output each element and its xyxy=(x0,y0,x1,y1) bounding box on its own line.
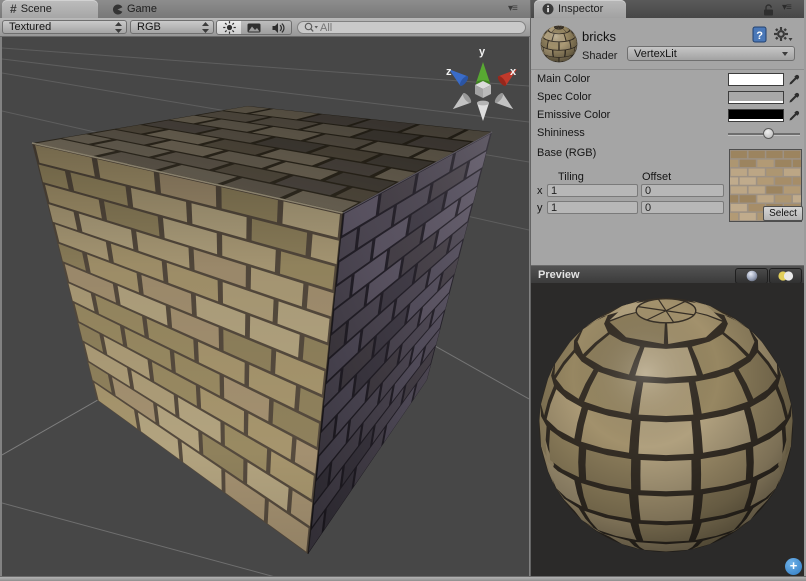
inspector-tabstrip: Inspector ▾≡ xyxy=(531,0,804,18)
image-icon xyxy=(247,23,261,33)
gizmo-x-label: x xyxy=(510,66,517,78)
tiling-x-input[interactable] xyxy=(547,184,638,197)
pacman-icon xyxy=(112,4,123,15)
tab-inspector-label: Inspector xyxy=(558,3,603,15)
sun-icon xyxy=(223,21,236,34)
scene-lighting-toggle[interactable] xyxy=(216,20,242,35)
inspector-panel-menu-icon[interactable]: ▾≡ xyxy=(782,2,791,13)
lock-icon[interactable] xyxy=(763,4,774,16)
tab-inspector[interactable]: Inspector xyxy=(534,0,626,18)
preview-model-button[interactable] xyxy=(735,268,768,284)
scene-grid-icon: # xyxy=(10,2,17,16)
lights-icon xyxy=(777,270,794,282)
tiling-y-axis-label: y xyxy=(537,202,543,214)
help-icon[interactable]: ? xyxy=(752,26,768,43)
scene-panel: # Scene Game ▾≡ Textured RGB xyxy=(0,0,530,576)
emissive-color-label: Emissive Color xyxy=(537,109,610,121)
spec-color-swatch[interactable] xyxy=(728,91,784,104)
scene-search-field[interactable] xyxy=(297,21,526,34)
tiling-x-axis-label: x xyxy=(537,185,543,197)
draw-mode-value: Textured xyxy=(9,21,51,33)
eyedropper-icon[interactable] xyxy=(788,109,801,122)
preview-lighting-button[interactable] xyxy=(769,268,802,284)
info-icon xyxy=(542,3,554,15)
scene-viewport[interactable]: y x z xyxy=(2,37,529,576)
tab-game-label: Game xyxy=(127,3,157,15)
tab-scene-label: Scene xyxy=(21,3,52,15)
inspector-panel: Inspector ▾≡ bricks Shader VertexLit ? xyxy=(531,0,804,576)
updown-arrows-icon xyxy=(115,22,122,33)
tab-scene[interactable]: # Scene xyxy=(2,0,98,18)
tiling-y-input[interactable] xyxy=(547,201,638,214)
scene-skybox-toggle[interactable] xyxy=(241,20,267,35)
color-mode-dropdown[interactable]: RGB xyxy=(130,20,214,34)
shininess-label: Shininess xyxy=(537,127,585,139)
offset-x-input[interactable] xyxy=(641,184,724,197)
scene-3d-view: y x z xyxy=(2,37,529,576)
preview-add-button[interactable]: + xyxy=(785,558,802,575)
shader-label: Shader xyxy=(582,50,617,62)
main-color-swatch[interactable] xyxy=(728,73,784,86)
scene-panel-menu-icon[interactable]: ▾≡ xyxy=(508,3,517,14)
gear-icon[interactable] xyxy=(773,26,793,43)
shader-value: VertexLit xyxy=(634,48,677,60)
tiling-column-label: Tiling xyxy=(558,171,584,183)
scene-toolbar: Textured RGB xyxy=(0,18,530,37)
gizmo-z-label: z xyxy=(446,66,452,78)
search-icon xyxy=(304,22,318,33)
base-rgb-label: Base (RGB) xyxy=(537,147,596,159)
eyedropper-icon[interactable] xyxy=(788,91,801,104)
eyedropper-icon[interactable] xyxy=(788,73,801,86)
draw-mode-dropdown[interactable]: Textured xyxy=(2,20,127,34)
select-texture-button[interactable]: Select xyxy=(763,206,803,221)
material-sphere-thumbnail xyxy=(540,25,578,63)
updown-arrows-icon xyxy=(202,22,209,33)
sphere-icon xyxy=(746,270,758,282)
offset-y-input[interactable] xyxy=(641,201,724,214)
preview-header[interactable]: Preview xyxy=(531,265,804,283)
window-bottom-border xyxy=(0,576,806,581)
preview-title: Preview xyxy=(538,269,580,281)
main-color-label: Main Color xyxy=(537,73,590,85)
scene-audio-toggle[interactable] xyxy=(266,20,292,35)
material-name: bricks xyxy=(582,29,616,44)
shader-dropdown[interactable]: VertexLit xyxy=(627,46,795,61)
shininess-slider-knob[interactable] xyxy=(763,128,774,139)
gizmo-y-label: y xyxy=(479,46,486,58)
offset-column-label: Offset xyxy=(642,171,671,183)
header-divider xyxy=(531,69,804,70)
color-mode-value: RGB xyxy=(137,21,161,33)
chevron-down-icon xyxy=(782,52,788,56)
emissive-color-swatch[interactable] xyxy=(728,109,784,122)
spec-color-label: Spec Color xyxy=(537,91,591,103)
speaker-icon xyxy=(272,22,285,34)
preview-body[interactable] xyxy=(531,283,804,576)
tab-game[interactable]: Game xyxy=(104,0,190,18)
preview-sphere xyxy=(531,283,804,576)
svg-text:?: ? xyxy=(756,30,763,42)
search-input[interactable] xyxy=(320,22,519,33)
scene-tabstrip: # Scene Game ▾≡ xyxy=(0,0,530,18)
